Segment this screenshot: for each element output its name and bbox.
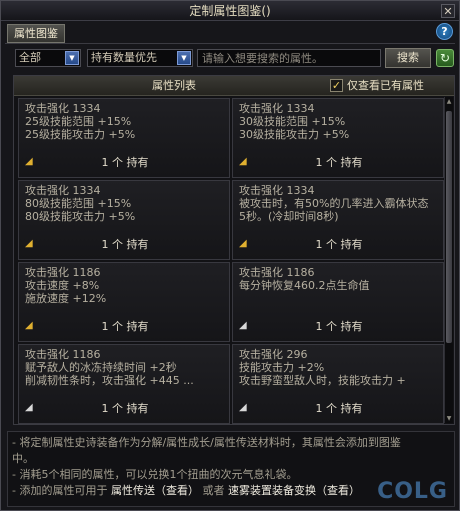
attribute-line: 25级技能范围 +15% <box>25 115 132 128</box>
category-select[interactable]: 全部 ▼ <box>15 49 81 67</box>
attribute-line: 30级技能范围 +15% <box>239 115 346 128</box>
list-header: 属性列表 ✓ 仅查看已有属性 <box>14 76 454 96</box>
collection-window: 定制属性图鉴() ✕ 属性图鉴 ? 全部 ▼ 持有数量优先 ▼ 搜索 ↻ 属性列… <box>0 0 460 511</box>
tab-attribute-collection[interactable]: 属性图鉴 <box>7 24 65 43</box>
window-titlebar[interactable]: 定制属性图鉴() ✕ <box>1 1 459 21</box>
attribute-list-panel: 属性列表 ✓ 仅查看已有属性 攻击强化 1334 25级技能范围 +15% 25级技… <box>13 75 455 425</box>
refresh-icon: ↻ <box>439 51 451 65</box>
attribute-line: 施放速度 +12% <box>25 292 107 305</box>
attribute-line: 赋予敌人的冰冻持续时间 +2秒 <box>25 361 177 374</box>
scroll-down-icon[interactable]: ▼ <box>445 414 453 423</box>
chevron-down-icon[interactable]: ▼ <box>177 51 191 65</box>
attribute-line: 技能攻击力 +2% <box>239 361 325 374</box>
chevron-down-icon[interactable]: ▼ <box>65 51 79 65</box>
attribute-card[interactable]: 攻击强化 1334 30级技能范围 +15% 30级技能攻击力 +5% ◢ 1 个 持有 <box>232 98 444 178</box>
owned-count: 1 个 持有 <box>101 320 149 333</box>
attribute-line: 被攻击时，有50%的几率进入霸体状态 <box>239 197 429 210</box>
attribute-line: 攻击强化 1334 <box>239 184 315 197</box>
attribute-card[interactable]: 攻击强化 1186 每分钟恢复460.2点生命值 ◢ 1 个 持有 <box>232 262 444 342</box>
attribute-card[interactable]: 攻击强化 1186 赋予敌人的冰冻持续时间 +2秒 削减韧性条时，攻击强化 +445… <box>18 344 230 424</box>
owned-count: 1 个 持有 <box>315 320 363 333</box>
attribute-line: 每分钟恢复460.2点生命值 <box>239 279 370 292</box>
attribute-card[interactable]: 攻击强化 1186 攻击速度 +8% 施放速度 +12% ◢ 1 个 持有 <box>18 262 230 342</box>
tab-divider <box>5 43 455 44</box>
attribute-line: 5秒。(冷却时间8秒) <box>239 210 339 223</box>
attribute-line: 25级技能攻击力 +5% <box>25 128 136 141</box>
equipment-change-link[interactable]: 速雾装置装备变换（查看） <box>228 484 360 497</box>
owned-count: 1 个 持有 <box>101 402 149 415</box>
refresh-button[interactable]: ↻ <box>436 49 454 67</box>
search-input[interactable] <box>197 49 381 67</box>
attribute-line: 30级技能攻击力 +5% <box>239 128 350 141</box>
attribute-card[interactable]: 攻击强化 1334 80级技能范围 +15% 80级技能攻击力 +5% ◢ 1 个 持有 <box>18 180 230 260</box>
info-panel: - 将定制属性史诗装备作为分解/属性成长/属性传送材料时，其属性会添加到图鉴 中… <box>7 431 455 507</box>
attribute-line: 攻击强化 1334 <box>25 184 101 197</box>
sort-value: 持有数量优先 <box>91 51 157 64</box>
attribute-line: 80级技能攻击力 +5% <box>25 210 136 223</box>
colg-watermark: COLG <box>377 479 448 504</box>
attribute-line: 攻击速度 +8% <box>25 279 100 292</box>
owned-count: 1 个 持有 <box>315 238 363 251</box>
info-line: 中。 <box>12 452 34 465</box>
attribute-line: 攻击野蛮型敌人时，技能攻击力 + <box>239 374 406 387</box>
search-button[interactable]: 搜索 <box>385 48 431 68</box>
owned-count: 1 个 持有 <box>101 238 149 251</box>
list-header-title: 属性列表 <box>152 79 196 92</box>
close-icon: ✕ <box>443 5 453 18</box>
question-mark-icon: ? <box>441 25 448 38</box>
attribute-line: 攻击强化 296 <box>239 348 308 361</box>
info-line: - 将定制属性史诗装备作为分解/属性成长/属性传送材料时，其属性会添加到图鉴 <box>12 436 401 449</box>
owned-count: 1 个 持有 <box>315 156 363 169</box>
owned-only-checkbox[interactable]: ✓ <box>330 79 343 92</box>
sort-select[interactable]: 持有数量优先 ▼ <box>87 49 193 67</box>
info-line-prefix: - 添加的属性可用于 <box>12 484 108 497</box>
owned-count: 1 个 持有 <box>101 156 149 169</box>
info-line-mid: 或者 <box>202 484 225 497</box>
owned-only-label[interactable]: 仅查看已有属性 <box>347 76 424 96</box>
checkmark-icon: ✓ <box>331 79 342 92</box>
category-value: 全部 <box>19 51 41 64</box>
attribute-card[interactable]: 攻击强化 1334 25级技能范围 +15% 25级技能攻击力 +5% ◢ 1 个 持有 <box>18 98 230 178</box>
close-button[interactable]: ✕ <box>441 4 455 18</box>
scroll-up-icon[interactable]: ▲ <box>445 97 453 106</box>
attribute-card[interactable]: 攻击强化 296 技能攻击力 +2% 攻击野蛮型敌人时，技能攻击力 + ◢ 1 个 持有 <box>232 344 444 424</box>
attribute-line: 80级技能范围 +15% <box>25 197 132 210</box>
owned-count: 1 个 持有 <box>315 402 363 415</box>
window-title: 定制属性图鉴() <box>189 4 271 18</box>
attribute-line: 削减韧性条时，攻击强化 +445 ... <box>25 374 194 387</box>
attribute-line: 攻击强化 1186 <box>25 348 101 361</box>
attribute-line: 攻击强化 1186 <box>239 266 315 279</box>
scroll-thumb[interactable] <box>446 111 452 343</box>
attribute-transfer-link[interactable]: 属性传送（查看） <box>111 484 199 497</box>
attribute-line: 攻击强化 1334 <box>239 102 315 115</box>
list-scrollbar[interactable]: ▲ ▼ <box>444 97 453 423</box>
attribute-line: 攻击强化 1186 <box>25 266 101 279</box>
attribute-line: 攻击强化 1334 <box>25 102 101 115</box>
help-button[interactable]: ? <box>436 23 453 40</box>
attribute-card[interactable]: 攻击强化 1334 被攻击时，有50%的几率进入霸体状态 5秒。(冷却时间8秒) ◢ 1… <box>232 180 444 260</box>
